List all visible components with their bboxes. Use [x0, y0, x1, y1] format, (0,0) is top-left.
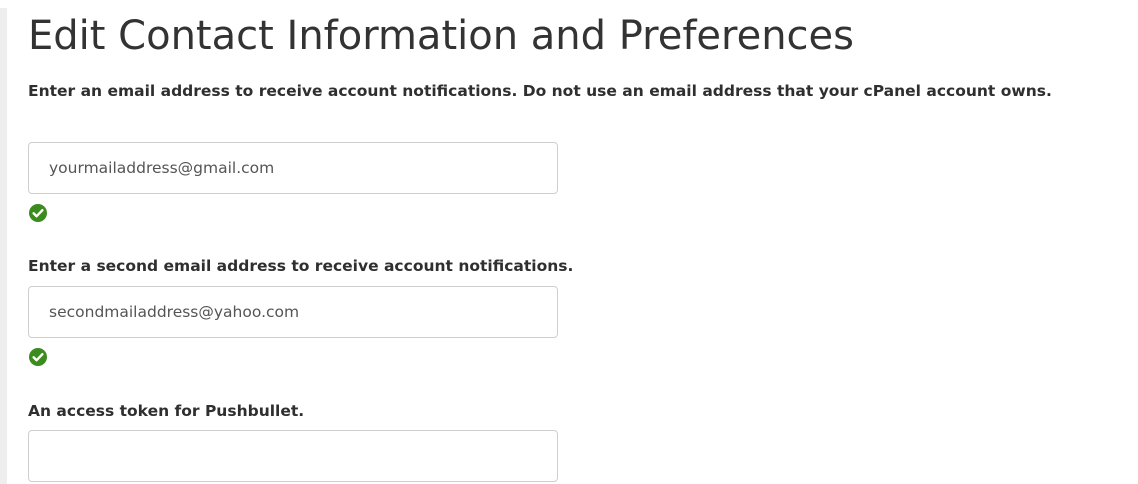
top-strip [0, 0, 1138, 8]
pushbullet-token-label: An access token for Pushbullet. [28, 402, 305, 420]
secondary-email-label: Enter a second email address to receive … [28, 257, 574, 275]
valid-check-icon [29, 348, 47, 366]
left-divider [0, 0, 7, 484]
secondary-email-input[interactable] [28, 286, 558, 338]
pushbullet-token-input[interactable] [28, 430, 558, 482]
primary-email-label: Enter an email address to receive accoun… [28, 82, 1052, 100]
contact-preferences-page: Edit Contact Information and Preferences… [0, 0, 1138, 484]
primary-email-input[interactable] [28, 142, 558, 194]
valid-check-icon [29, 204, 47, 222]
page-title: Edit Contact Information and Preferences [28, 13, 854, 59]
